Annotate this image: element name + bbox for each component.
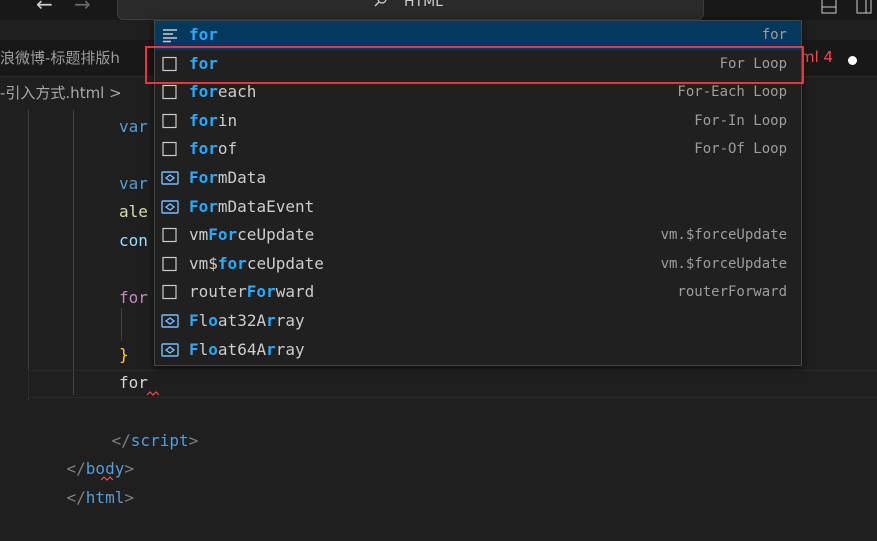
code-line: var: [119, 117, 148, 136]
code-line: var: [119, 174, 148, 193]
breadcrumb[interactable]: -引入方式.html >: [0, 82, 122, 106]
suggestion-detail: For-In Loop: [694, 112, 787, 129]
suggestion-label: forin: [189, 110, 238, 130]
code-line: con: [119, 231, 148, 250]
suggestion-detail: vm.$forceUpdate: [660, 255, 787, 272]
forward-arrow-icon[interactable]: →: [74, 0, 91, 16]
suggestion-label: FormDataEvent: [189, 196, 315, 216]
square-snippet-icon: [162, 85, 177, 100]
error-squiggle: [101, 476, 113, 481]
suggestion-detail: For-Of Loop: [694, 141, 787, 158]
suggestion-item[interactable]: FormDataEvent: [155, 193, 801, 222]
suggestion-item[interactable]: Float64Array: [155, 336, 801, 365]
code-line: for: [119, 288, 148, 307]
highlight-annotation-box: [145, 46, 804, 84]
back-arrow-icon[interactable]: ←: [36, 0, 53, 16]
suggestion-item[interactable]: Float32Array: [155, 307, 801, 336]
suggestion-label: Float64Array: [189, 339, 305, 359]
code-line: </body>: [66, 459, 134, 478]
suggestion-detail: routerForward: [677, 284, 787, 301]
code-line: </html>: [66, 488, 134, 507]
search-icon: [374, 0, 387, 7]
suggestion-detail: for: [761, 27, 787, 43]
suggestion-item[interactable]: routerForward routerForward: [155, 278, 801, 307]
sidebar-layout-icon[interactable]: [856, 0, 872, 14]
problem-count: ml 4: [800, 48, 834, 66]
variable-icon: [161, 342, 179, 357]
panel-layout-icon[interactable]: [821, 0, 837, 14]
suggestion-label: FormData: [189, 168, 267, 187]
suggestion-item[interactable]: forin For-In Loop: [155, 107, 801, 136]
variable-icon: [161, 171, 179, 185]
snippet-icon: [163, 29, 177, 43]
title-bar: ← → HTML: [0, 0, 877, 20]
suggestion-label: vmForceUpdate: [189, 225, 315, 245]
suggestion-item[interactable]: FormData: [155, 164, 801, 193]
square-snippet-icon: [162, 113, 177, 128]
suggestion-detail: vm.$forceUpdate: [660, 227, 787, 244]
square-snippet-icon: [162, 285, 177, 300]
suggestion-item[interactable]: vmForceUpdate vm.$forceUpdate: [155, 221, 801, 250]
command-center-text: HTML: [404, 0, 443, 10]
square-snippet-icon: [162, 142, 177, 157]
code-line: ale: [119, 202, 148, 221]
indent-guide: [28, 110, 29, 400]
indent-guide: [121, 308, 122, 341]
suggestion-label: Float32Array: [189, 311, 305, 330]
square-snippet-icon: [162, 228, 177, 243]
variable-icon: [161, 314, 179, 328]
code-line: }: [119, 345, 129, 364]
code-line: </script>: [111, 431, 199, 450]
suggestion-item[interactable]: forof For-Of Loop: [155, 135, 801, 164]
suggestion-label: vm$forceUpdate: [189, 253, 324, 273]
suggestion-item[interactable]: vm$forceUpdate vm.$forceUpdate: [155, 250, 801, 279]
tab-title[interactable]: 浪微博-标题排版h: [0, 47, 120, 68]
unsaved-dot-icon[interactable]: [848, 56, 857, 65]
code-line-current: for: [119, 373, 148, 392]
variable-icon: [161, 199, 179, 214]
suggestion-label: forof: [189, 139, 238, 159]
suggestion-label: routerForward: [189, 282, 315, 302]
suggestion-label: for: [189, 25, 218, 44]
square-snippet-icon: [162, 256, 177, 271]
indent-guide: [73, 110, 74, 395]
